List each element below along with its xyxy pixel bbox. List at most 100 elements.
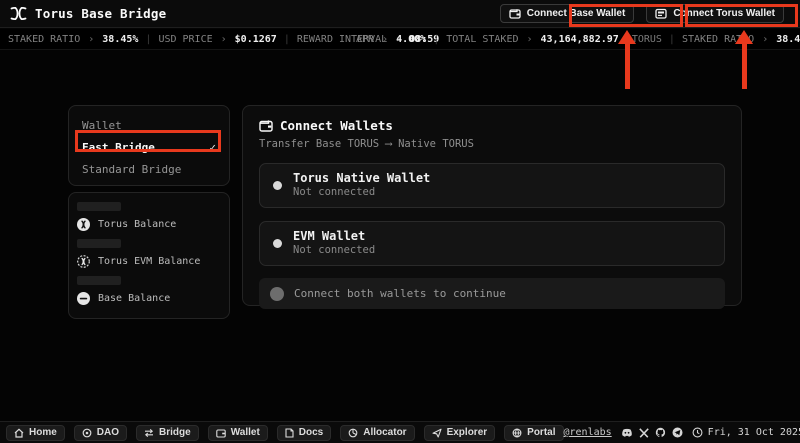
footer-nav-dao[interactable]: DAO [74, 425, 127, 441]
document-icon [285, 428, 294, 438]
ticker-stat-label: APR [356, 34, 374, 45]
balance-skeleton [77, 202, 121, 211]
top-header: Torus Base Bridge Connect Base Wallet [0, 0, 800, 28]
nav-item-label: Wallet [82, 119, 122, 132]
wallet-icon [509, 8, 521, 19]
panel-title: Connect Wallets [280, 118, 393, 133]
balance-skeleton [77, 239, 121, 248]
bottom-bar: Home DAO Bridge Wallet Docs [0, 421, 800, 443]
disabled-status-dot [270, 287, 284, 301]
ticker-separator: | [284, 34, 290, 45]
dao-icon [82, 428, 92, 438]
panel-header: Connect Wallets [259, 118, 725, 133]
connect-torus-wallet-button[interactable]: Connect Torus Wallet [646, 4, 784, 23]
balance-row: Base Balance [77, 291, 221, 306]
bridge-arrows-icon [144, 428, 154, 438]
footer-nav-label: Portal [527, 427, 555, 438]
wallet-status: Not connected [293, 244, 375, 258]
ticker-group-2: APR›4.00% | TOTAL STAKED›43,164,882.97$T… [356, 29, 800, 50]
footer-nav-label: Docs [299, 427, 323, 438]
nav-item-fast-bridge[interactable]: Fast Bridge ✓ [69, 136, 229, 158]
ticker-stat-suffix: $TORUS [626, 34, 662, 45]
balance-label: Torus Balance [98, 219, 176, 230]
wallet-name: EVM Wallet [293, 229, 375, 244]
footer-nav-explorer[interactable]: Explorer [424, 425, 496, 441]
app-title: Torus Base Bridge [35, 6, 166, 21]
ticker-stat-label: STAKED RATIO [682, 34, 754, 45]
home-icon [14, 428, 24, 438]
connect-both-wallets-button[interactable]: Connect both wallets to continue [259, 278, 725, 309]
footer-nav-portal[interactable]: Portal [504, 425, 563, 441]
footer-nav-docs[interactable]: Docs [277, 425, 331, 441]
nav-item-label: Fast Bridge [82, 141, 155, 154]
ticker-separator: | [145, 34, 151, 45]
header-actions: Connect Base Wallet Connect Torus Wallet [500, 4, 790, 23]
bridge-nav-panel: Wallet Fast Bridge ✓ Standard Bridge [68, 105, 230, 186]
ticker-stat-value: $0.1267 [235, 34, 277, 45]
evm-wallet-card[interactable]: EVM Wallet Not connected [259, 221, 725, 266]
ticker-caret: › [381, 34, 389, 45]
torus-evm-coin-icon [77, 255, 90, 268]
ticker-separator: | [433, 34, 439, 45]
ticker-stat-value: 38.45% [102, 34, 138, 45]
footer-nav-label: Explorer [447, 427, 488, 438]
connect-torus-wallet-label: Connect Torus Wallet [673, 8, 775, 19]
balance-row: Torus Balance [77, 217, 221, 232]
cta-label: Connect both wallets to continue [294, 287, 506, 300]
balance-label: Base Balance [98, 293, 170, 304]
brand: Torus Base Bridge [10, 6, 166, 21]
globe-icon [512, 428, 522, 438]
balance-row: Torus EVM Balance [77, 254, 221, 269]
status-dot [273, 181, 282, 190]
ticker-caret: › [761, 34, 769, 45]
ticker-caret: › [220, 34, 228, 45]
connect-base-wallet-button[interactable]: Connect Base Wallet [500, 4, 635, 23]
wallet-name: Torus Native Wallet [293, 171, 430, 186]
footer-nav-label: Home [29, 427, 57, 438]
connect-base-wallet-label: Connect Base Wallet [527, 8, 626, 19]
balance-skeleton [77, 276, 121, 285]
renlabs-link[interactable]: @renlabs [564, 427, 612, 438]
ticker-stat-value: 43,164,882.97 [541, 34, 619, 45]
ticker-separator: | [669, 34, 675, 45]
clock-icon [692, 427, 703, 438]
telegram-icon[interactable] [672, 427, 683, 438]
torus-native-wallet-card[interactable]: Torus Native Wallet Not connected [259, 163, 725, 208]
ticker-caret: › [87, 34, 95, 45]
wallet-icon [216, 428, 226, 438]
torus-coin-icon [77, 218, 90, 231]
discord-icon[interactable] [621, 428, 633, 438]
status-dot [273, 239, 282, 248]
github-icon[interactable] [655, 427, 666, 438]
balances-panel: Torus Balance Torus EVM Balance [68, 192, 230, 319]
footer-nav-label: DAO [97, 427, 119, 438]
footer-nav-label: Bridge [159, 427, 191, 438]
footer-nav-wallet[interactable]: Wallet [208, 425, 268, 441]
nav-item-standard-bridge[interactable]: Standard Bridge [69, 158, 229, 180]
base-coin-icon [77, 292, 90, 305]
footer-nav-label: Allocator [363, 427, 406, 438]
connect-wallets-panel: Connect Wallets Transfer Base TORUS ⟶ Na… [242, 105, 742, 306]
datetime-text: Fri, 31 Oct 2025, 17:50 [708, 427, 800, 438]
footer-right: @renlabs Fri, 31 Oct 2025, 17:50 [564, 427, 800, 438]
arrow-shaft [625, 44, 630, 89]
footer-nav: Home DAO Bridge Wallet Docs [6, 425, 564, 441]
wallet-card-icon [655, 8, 667, 19]
footer-nav-allocator[interactable]: Allocator [340, 425, 414, 441]
x-twitter-icon[interactable] [639, 428, 649, 438]
ticker-stat-label: STAKED RATIO [8, 34, 80, 45]
nav-item-wallet[interactable]: Wallet [69, 114, 229, 136]
ticker-stat-value: 38.45% [776, 34, 800, 45]
arrow-shaft [742, 44, 747, 89]
footer-nav-bridge[interactable]: Bridge [136, 425, 199, 441]
paper-plane-icon [432, 428, 442, 438]
wallet-icon [259, 119, 273, 132]
nav-item-label: Standard Bridge [82, 163, 181, 176]
balance-group: Torus Balance [77, 202, 221, 232]
torus-logo-icon [10, 6, 27, 21]
social-links [621, 427, 683, 438]
allocator-pie-icon [348, 428, 358, 438]
ticker-caret: › [525, 34, 533, 45]
footer-nav-home[interactable]: Home [6, 425, 65, 441]
balance-group: Base Balance [77, 276, 221, 306]
